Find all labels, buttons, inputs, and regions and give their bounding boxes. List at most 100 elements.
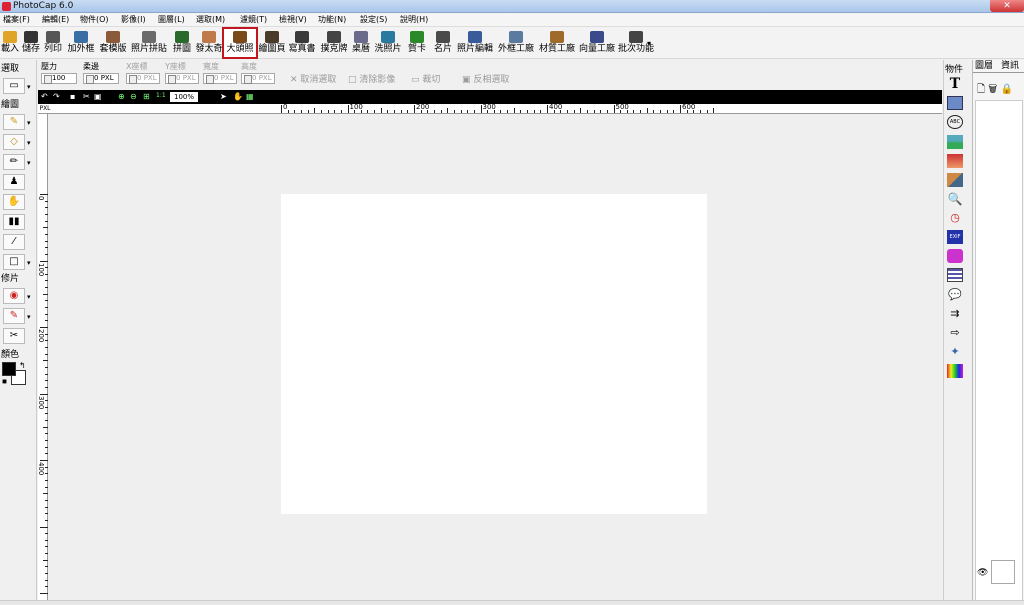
dropdown-arrow-icon[interactable]: ▾ (27, 259, 31, 267)
redeye-tool[interactable]: ◉ (3, 288, 25, 304)
hand-tool[interactable]: ✋ (3, 194, 25, 210)
zoom-out-icon[interactable]: ⊖ (130, 92, 137, 102)
toolbar-button-14[interactable]: 賀卡 (404, 29, 430, 57)
lock-icon[interactable]: 🔒 (1000, 84, 1012, 95)
toolbar-button-17[interactable]: 外框工廠 (496, 29, 536, 57)
layers-object-icon[interactable] (947, 173, 963, 187)
undo-icon[interactable]: ↶ (41, 92, 48, 102)
delete-layer-icon[interactable]: 🗑 (988, 84, 997, 95)
menu-item-9[interactable]: 設定(S) (360, 14, 387, 26)
actual-size-icon[interactable]: 1:1 (156, 92, 166, 102)
zoom-level[interactable]: 100% (170, 92, 198, 102)
fit-window-icon[interactable]: ⊞ (143, 92, 150, 102)
toolbar-button-11[interactable]: 撲克牌 (319, 29, 349, 57)
width-input[interactable]: 0 PXL (203, 73, 237, 84)
redo-icon[interactable]: ↷ (53, 92, 60, 102)
mosaic-icon[interactable] (947, 364, 963, 378)
clock-icon[interactable]: ◷ (947, 211, 963, 225)
menu-item-0[interactable]: 檔案(F) (3, 14, 30, 26)
text-icon[interactable]: T (947, 76, 963, 92)
cake-icon[interactable] (947, 249, 963, 263)
calendar-object-icon[interactable] (947, 268, 963, 282)
invert-selection-button[interactable]: ▣ 反相選取 (462, 72, 509, 85)
arrow-shape-icon[interactable]: ⇨ (947, 326, 963, 340)
tab-layers[interactable]: 圖層 (975, 61, 993, 72)
menu-item-2[interactable]: 物件(O) (80, 14, 109, 26)
gradient-tool[interactable]: ▮▮ (3, 214, 25, 230)
brush-tool[interactable]: ✎ (3, 114, 25, 130)
toolbar-button-5[interactable]: 照片拼貼 (129, 29, 169, 57)
x-input[interactable]: 0 PXL (126, 73, 160, 84)
menu-item-3[interactable]: 影像(I) (121, 14, 146, 26)
toolbar-button-19[interactable]: 向量工廠 (577, 29, 617, 57)
toolbar-button-18[interactable]: 材質工廠 (537, 29, 577, 57)
new-layer-icon[interactable]: 🗋 (977, 84, 985, 95)
swap-colors-icon[interactable]: ↰ (19, 361, 26, 370)
image-object-icon[interactable] (947, 135, 963, 149)
toolbar-button-10[interactable]: 寫真書 (286, 29, 318, 57)
toolbar-button-7[interactable]: 發太奇 (195, 29, 223, 57)
toolbar-button-15[interactable]: 名片 (431, 29, 455, 57)
dropdown-arrow-icon[interactable]: ▾ (27, 119, 31, 127)
dropdown-arrow-icon[interactable]: ▾ (27, 139, 31, 147)
crop-button[interactable]: ▭ 裁切 (411, 72, 440, 85)
zoom-in-icon[interactable]: ⊕ (118, 92, 125, 102)
foreground-color-swatch[interactable] (2, 362, 16, 376)
layer-thumbnail[interactable] (991, 560, 1015, 584)
dropdown-arrow-icon[interactable]: ▾ (27, 159, 31, 167)
clear-image-button[interactable]: □ 清除影像 (348, 72, 395, 85)
deselect-button[interactable]: ✕ 取消選取 (290, 72, 336, 85)
toolbar-button-0[interactable]: 載入 (0, 29, 20, 57)
rect-select-tool[interactable]: ▭ (3, 78, 25, 94)
line-arrow-icon[interactable]: ⇉ (947, 307, 963, 321)
toolbar-button-8[interactable]: 大頭照 (222, 27, 258, 59)
pointer-icon[interactable]: ➤ (220, 92, 227, 102)
layer-visibility-icon[interactable]: 👁 (977, 568, 988, 578)
stamp-tool[interactable]: ♟ (3, 174, 25, 190)
menu-item-8[interactable]: 功能(N) (318, 14, 346, 26)
image-canvas[interactable] (281, 194, 707, 514)
shape-tool[interactable]: □ (3, 254, 25, 270)
close-button[interactable]: ✕ (990, 0, 1024, 12)
tab-info[interactable]: 資訊 (1001, 61, 1019, 72)
workspace[interactable] (48, 114, 942, 600)
pan-hand-icon[interactable]: ✋ (233, 92, 243, 102)
round-text-icon[interactable]: ABC (947, 115, 963, 129)
speech-bubble-icon[interactable]: 💬 (947, 288, 963, 302)
toolbar-button-1[interactable]: 儲存 (21, 29, 41, 57)
menu-item-6[interactable]: 濾鏡(T) (240, 14, 267, 26)
dropdown-arrow-icon[interactable]: ▾ (27, 313, 31, 321)
toolbar-more-icon[interactable]: ▾ (647, 39, 651, 48)
paste-icon[interactable]: ▣ (94, 92, 102, 102)
star-shape-icon[interactable]: ✦ (947, 345, 963, 359)
frame-object-icon[interactable] (947, 154, 963, 168)
grid-toggle-icon[interactable]: ▦ (246, 92, 254, 102)
toolbar-button-4[interactable]: 套模版 (98, 29, 128, 57)
eyedropper-tool[interactable]: ⁄ (3, 234, 25, 250)
menu-item-10[interactable]: 說明(H) (400, 14, 428, 26)
pressure-input[interactable]: 100 (41, 73, 77, 84)
toolbar-button-13[interactable]: 洗照片 (373, 29, 403, 57)
height-input[interactable]: 0 PXL (241, 73, 275, 84)
cut-icon[interactable]: ✂ (83, 92, 90, 102)
menu-item-4[interactable]: 圖層(L) (158, 14, 185, 26)
magnifier-icon[interactable]: 🔍 (947, 192, 963, 206)
toolbar-button-12[interactable]: 桌曆 (350, 29, 372, 57)
red-brush-tool[interactable]: ✎ (3, 308, 25, 324)
menu-item-5[interactable]: 選取(M) (196, 14, 225, 26)
eraser-tool[interactable]: ◇ (3, 134, 25, 150)
reset-colors-icon[interactable]: ◼ (2, 378, 7, 385)
dropdown-arrow-icon[interactable]: ▾ (27, 293, 31, 301)
y-input[interactable]: 0 PXL (165, 73, 199, 84)
exif-icon[interactable]: EXIF (947, 230, 963, 244)
text-box-icon[interactable] (947, 96, 963, 110)
copy-icon[interactable]: ▪ (70, 92, 75, 102)
toolbar-button-16[interactable]: 照片編輯 (456, 29, 494, 57)
pencil-tool[interactable]: ✏ (3, 154, 25, 170)
toolbar-button-2[interactable]: 列印 (42, 29, 64, 57)
menu-item-1[interactable]: 編輯(E) (42, 14, 69, 26)
menu-item-7[interactable]: 檢視(V) (279, 14, 307, 26)
clone-tool[interactable]: ✂ (3, 328, 25, 344)
toolbar-button-3[interactable]: 加外框 (66, 29, 96, 57)
dropdown-arrow-icon[interactable]: ▾ (27, 83, 31, 91)
